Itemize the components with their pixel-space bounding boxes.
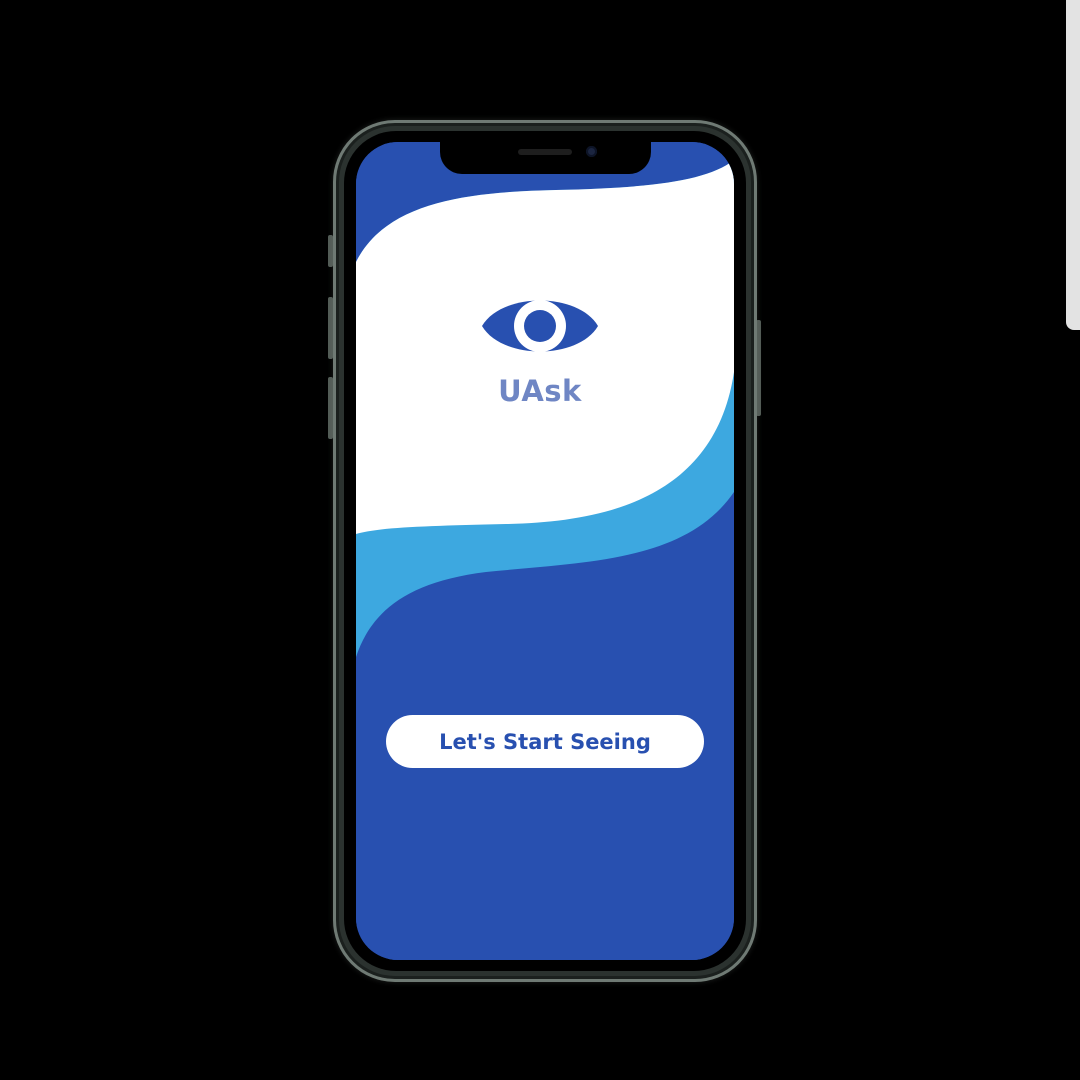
wave-background xyxy=(356,142,734,960)
start-button-label: Let's Start Seeing xyxy=(439,729,651,754)
eye-icon xyxy=(480,284,600,368)
start-button[interactable]: Let's Start Seeing xyxy=(386,715,704,768)
screenshot-canvas: UAsk Let's Start Seeing xyxy=(0,0,1080,1080)
front-camera xyxy=(586,146,597,157)
earpiece-speaker xyxy=(518,149,572,155)
app-title: UAsk xyxy=(498,374,582,408)
app-screen xyxy=(356,142,734,960)
scrollbar[interactable] xyxy=(1066,0,1080,330)
phone-notch xyxy=(440,140,651,174)
